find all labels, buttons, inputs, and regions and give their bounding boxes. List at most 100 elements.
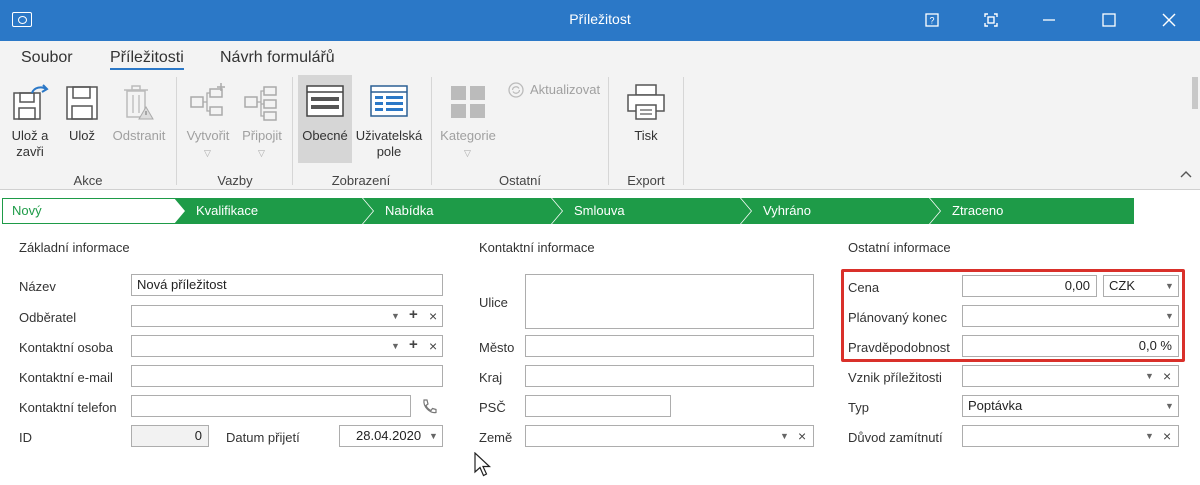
view-general-label: Obecné bbox=[302, 128, 348, 143]
customer-label: Odběratel bbox=[19, 310, 77, 325]
postal-code-label: PSČ bbox=[479, 400, 506, 415]
help-icon[interactable]: ? bbox=[920, 8, 944, 32]
refresh-label: Aktualizovat bbox=[530, 82, 601, 97]
save-close-label-2: zavři bbox=[16, 144, 44, 159]
received-date-label: Datum přijetí bbox=[226, 430, 300, 445]
general-form-icon bbox=[306, 85, 344, 117]
highlight-box bbox=[841, 269, 1185, 362]
menu-bar: Soubor Příležitosti Návrh formulářů bbox=[0, 41, 1200, 73]
user-fields-label-1: Uživatelská bbox=[355, 128, 423, 143]
contact-email-input[interactable] bbox=[131, 365, 443, 387]
category-icon bbox=[451, 86, 485, 118]
stage-label: Smlouva bbox=[574, 203, 625, 218]
dropdown-arrow-icon[interactable]: ▼ bbox=[1165, 396, 1174, 416]
contact-phone-label: Kontaktní telefon bbox=[19, 400, 117, 415]
contact-person-lookup[interactable]: ▼ + × bbox=[131, 335, 443, 357]
category-label: Kategorie bbox=[440, 128, 496, 143]
section-title-contact: Kontaktní informace bbox=[479, 240, 595, 255]
clear-icon[interactable]: × bbox=[798, 426, 806, 446]
view-user-fields-button[interactable]: Uživatelská pole bbox=[354, 77, 424, 167]
delete-button[interactable]: Odstranit bbox=[108, 77, 170, 167]
add-icon[interactable]: + bbox=[409, 335, 418, 355]
stage-vyhrano[interactable]: Vyhráno bbox=[741, 198, 941, 224]
rejection-reason-select[interactable]: ▼ × bbox=[962, 425, 1179, 447]
street-textarea[interactable] bbox=[525, 274, 814, 329]
create-link-label: Vytvořit bbox=[186, 128, 230, 143]
origin-label: Vznik příležitosti bbox=[848, 370, 942, 385]
clear-icon[interactable]: × bbox=[1163, 426, 1171, 446]
postal-code-input[interactable] bbox=[525, 395, 671, 417]
stage-label: Ztraceno bbox=[952, 203, 1004, 218]
dropdown-arrow-icon[interactable]: ▼ bbox=[429, 426, 438, 446]
category-button[interactable]: Kategorie ▽ bbox=[436, 77, 500, 167]
phone-icon[interactable] bbox=[420, 398, 438, 416]
printer-icon bbox=[627, 84, 665, 120]
refresh-button[interactable]: Aktualizovat bbox=[506, 81, 606, 101]
country-label: Země bbox=[479, 430, 513, 445]
process-stage-bar: Nový Kvalifikace Nabídka Smlouva Vyhráno… bbox=[0, 198, 1140, 224]
attach-link-label: Připojit bbox=[242, 128, 282, 143]
refresh-icon bbox=[508, 82, 524, 98]
name-input[interactable]: Nová příležitost bbox=[131, 274, 443, 296]
save-icon bbox=[66, 86, 98, 120]
chevron-down-icon: ▽ bbox=[464, 148, 471, 158]
stage-label: Nabídka bbox=[385, 203, 434, 218]
group-label-ostatni: Ostatní bbox=[499, 173, 541, 188]
save-close-button[interactable]: Ulož a zavři bbox=[4, 77, 56, 167]
print-button[interactable]: Tisk bbox=[618, 77, 674, 167]
attach-link-icon bbox=[244, 86, 277, 121]
collapse-ribbon-icon[interactable] bbox=[1180, 167, 1192, 181]
clear-icon[interactable]: × bbox=[1163, 366, 1171, 386]
group-label-zobrazeni: Zobrazení bbox=[331, 173, 391, 188]
country-select[interactable]: ▼ × bbox=[525, 425, 814, 447]
dropdown-arrow-icon[interactable]: ▼ bbox=[1145, 366, 1154, 386]
type-select[interactable]: Poptávka ▼ bbox=[962, 395, 1179, 417]
type-label: Typ bbox=[848, 400, 869, 415]
group-label-akce: Akce bbox=[73, 173, 103, 188]
save-label: Ulož bbox=[68, 128, 95, 143]
tab-soubor[interactable]: Soubor bbox=[21, 49, 73, 67]
dropdown-arrow-icon[interactable]: ▼ bbox=[391, 336, 400, 356]
group-label-export: Export bbox=[627, 173, 665, 188]
save-button[interactable]: Ulož bbox=[60, 77, 104, 167]
view-general-button[interactable]: Obecné bbox=[298, 75, 352, 163]
stage-novy[interactable]: Nový bbox=[2, 198, 188, 224]
tab-prilezitosti[interactable]: Příležitosti bbox=[110, 49, 184, 70]
origin-select[interactable]: ▼ × bbox=[962, 365, 1179, 387]
id-label: ID bbox=[19, 430, 32, 445]
dropdown-arrow-icon[interactable]: ▼ bbox=[780, 426, 789, 446]
minimize-icon[interactable] bbox=[1037, 8, 1061, 32]
mouse-cursor-icon bbox=[474, 452, 492, 477]
add-icon[interactable]: + bbox=[409, 305, 418, 325]
clear-icon[interactable]: × bbox=[429, 306, 437, 326]
close-icon[interactable] bbox=[1157, 8, 1181, 32]
maximize-icon[interactable] bbox=[1097, 8, 1121, 32]
ribbon-scrollbar[interactable] bbox=[1192, 77, 1198, 109]
group-separator bbox=[608, 77, 609, 185]
type-value: Poptávka bbox=[968, 398, 1023, 413]
dropdown-arrow-icon[interactable]: ▼ bbox=[391, 306, 400, 326]
fullscreen-icon[interactable] bbox=[979, 8, 1003, 32]
region-input[interactable] bbox=[525, 365, 814, 387]
group-separator bbox=[683, 77, 684, 185]
create-link-icon bbox=[190, 83, 225, 116]
ribbon: Ulož a zavři Ulož Odstranit Akce Vytvoři… bbox=[0, 73, 1200, 190]
stage-smlouva[interactable]: Smlouva bbox=[552, 198, 752, 224]
contact-person-label: Kontaktní osoba bbox=[19, 340, 113, 355]
stage-ztraceno[interactable]: Ztraceno bbox=[930, 198, 1134, 224]
group-separator bbox=[431, 77, 432, 185]
received-date-picker[interactable]: 28.04.2020 ▼ bbox=[339, 425, 443, 447]
create-link-button[interactable]: Vytvořit ▽ bbox=[182, 77, 234, 167]
contact-phone-input[interactable] bbox=[131, 395, 411, 417]
clear-icon[interactable]: × bbox=[429, 336, 437, 356]
trash-icon bbox=[124, 85, 154, 120]
city-label: Město bbox=[479, 340, 515, 355]
attach-link-button[interactable]: Připojit ▽ bbox=[236, 77, 288, 167]
stage-nabidka[interactable]: Nabídka bbox=[363, 198, 563, 224]
stage-kvalifikace[interactable]: Kvalifikace bbox=[174, 198, 374, 224]
dropdown-arrow-icon[interactable]: ▼ bbox=[1145, 426, 1154, 446]
customer-lookup[interactable]: ▼ + × bbox=[131, 305, 443, 327]
id-field: 0 bbox=[131, 425, 209, 447]
tab-navrh-formularu[interactable]: Návrh formulářů bbox=[220, 49, 335, 67]
city-input[interactable] bbox=[525, 335, 814, 357]
